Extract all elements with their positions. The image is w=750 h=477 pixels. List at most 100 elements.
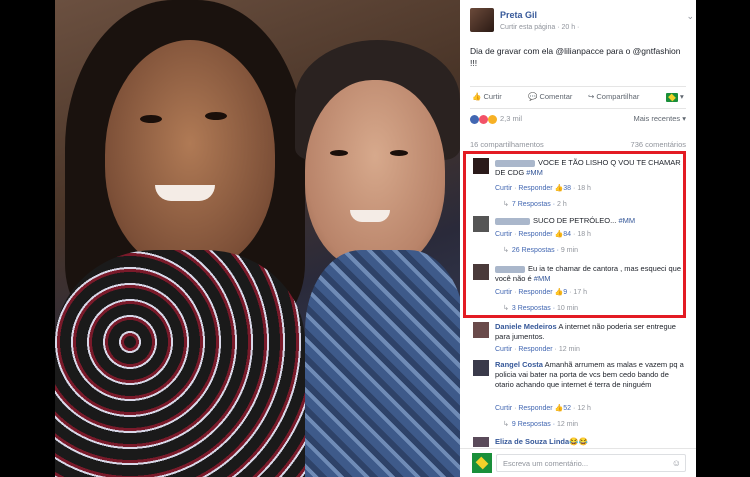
comment-like-link[interactable]: Curtir [495, 346, 512, 353]
thumbs-up-icon: 👍 [554, 405, 564, 412]
photo-eye [390, 150, 408, 156]
commenter-name[interactable]: Daniele Medeiros [495, 322, 557, 331]
divider [470, 108, 686, 109]
blurred-name [495, 159, 535, 167]
sort-comments-dropdown[interactable]: Mais recentes ▾ [633, 114, 686, 123]
flag-dropdown-icon[interactable]: ▾ [680, 92, 684, 101]
share-icon: ↪ [588, 92, 595, 101]
comment-like-count[interactable]: 38 [563, 185, 571, 192]
commenter-avatar[interactable] [473, 437, 489, 447]
user-avatar[interactable] [472, 453, 492, 473]
photo-eye [330, 150, 348, 156]
screenshot-root: Preta Gil Curtir esta página · 20 h · ⌄ … [0, 0, 750, 477]
photo-face-left [105, 40, 275, 270]
like-reaction-icon [470, 114, 479, 124]
comment-time[interactable]: 12 h [577, 405, 591, 412]
photo-smile [350, 210, 390, 222]
comment-like-count[interactable]: 84 [563, 231, 571, 238]
comment-icon: 💬 [528, 92, 538, 101]
comment-body: VOCE E TÃO LISHO Q VOU TE CHAMAR DE CDG … [495, 158, 685, 178]
comment-input[interactable]: Escreva um comentário... ☺ [496, 454, 686, 472]
comment-like-link[interactable]: Curtir [495, 405, 512, 412]
comment-body: Eliza de Souza Linda😂😂 [495, 437, 685, 447]
comment-count[interactable]: 736 comentários [631, 140, 686, 149]
reply-arrow-icon: ↳ [503, 247, 509, 254]
comment-text: SUCO DE PETRÓLEO... [533, 216, 617, 225]
commenter-name[interactable]: Rangel Costa [495, 360, 543, 369]
author-avatar[interactable] [470, 8, 494, 32]
comment-time[interactable]: 18 h [577, 185, 591, 192]
comment-composer: Escreva um comentário... ☺ [460, 448, 696, 477]
post-photo[interactable] [55, 0, 460, 477]
replies-link[interactable]: ↳ 9 Respostas · 12 min [503, 420, 578, 428]
reaction-count[interactable]: 2,3 mil [500, 114, 522, 123]
hashtag-link[interactable]: #MM [534, 274, 551, 283]
brazil-flag-icon[interactable] [666, 93, 678, 102]
comment-item: Eu ia te chamar de cantora , mas esqueci… [473, 264, 687, 316]
blurred-name [495, 217, 530, 225]
love-reaction-icon [479, 114, 489, 124]
comment-like-count[interactable]: 52 [563, 405, 571, 412]
comment-placeholder: Escreva um comentário... [503, 459, 589, 468]
replies-link[interactable]: ↳ 3 Respostas · 10 min [503, 304, 578, 312]
thumbs-up-icon: 👍 [472, 92, 482, 101]
comment-time[interactable]: 17 h [573, 289, 587, 296]
hashtag-link[interactable]: #MM [618, 216, 635, 225]
emoji-icon[interactable]: ☺ [672, 458, 681, 468]
comment-button[interactable]: 💬 Comentar [528, 92, 572, 101]
like-button[interactable]: 👍 Curtir [472, 92, 502, 101]
commenter-name[interactable]: Eliza de Souza Linda [495, 437, 569, 446]
reply-arrow-icon: ↳ [503, 201, 509, 208]
comment-reply-link[interactable]: Responder [518, 289, 552, 296]
comment-reply-link[interactable]: Responder [518, 346, 552, 353]
comment-like-link[interactable]: Curtir [495, 185, 512, 192]
thumbs-up-icon: 👍 [554, 289, 564, 296]
comment-text: 😂😂 [569, 437, 588, 446]
author-name[interactable]: Preta Gil [500, 10, 537, 20]
comment-footer: Curtir · Responder · 12 min [495, 346, 580, 353]
comment-body: Rangel Costa Amanhã arrumem as malas e v… [495, 360, 685, 390]
thumbs-up-icon: 👍 [554, 185, 564, 192]
comment-item: VOCE E TÃO LISHO Q VOU TE CHAMAR DE CDG … [473, 158, 687, 213]
comment-body: Eu ia te chamar de cantora , mas esqueci… [495, 264, 685, 284]
photo-eye [140, 115, 162, 123]
replies-link[interactable]: ↳ 26 Respostas · 9 min [503, 246, 578, 254]
share-count[interactable]: 16 compartilhamentos [470, 140, 544, 149]
comment-like-count[interactable]: 9 [563, 289, 567, 296]
comment-time[interactable]: 18 h [577, 231, 591, 238]
commenter-avatar[interactable] [473, 216, 489, 232]
reply-arrow-icon: ↳ [503, 421, 509, 428]
replies-link[interactable]: ↳ 7 Respostas · 2 h [503, 200, 567, 208]
blurred-name [495, 265, 525, 273]
commenter-avatar[interactable] [473, 322, 489, 338]
share-button[interactable]: ↪ Compartilhar [588, 92, 639, 101]
comment-item: Rangel Costa Amanhã arrumem as malas e v… [473, 360, 687, 436]
chevron-down-icon[interactable]: ⌄ [686, 11, 694, 22]
photo-smile [155, 185, 215, 201]
haha-reaction-icon [488, 114, 498, 124]
comment-like-link[interactable]: Curtir [495, 289, 512, 296]
comment-item: Daniele Medeiros A internet não poderia … [473, 322, 687, 358]
reply-arrow-icon: ↳ [503, 305, 509, 312]
comment-footer: Curtir · Responder 👍84 · 18 h [495, 231, 591, 238]
comment-like-link[interactable]: Curtir [495, 231, 512, 238]
comment-item: SUCO DE PETRÓLEO... #MM Curtir · Respond… [473, 216, 687, 261]
comment-reply-link[interactable]: Responder [518, 185, 552, 192]
comment-body: Daniele Medeiros A internet não poderia … [495, 322, 685, 342]
comment-reply-link[interactable]: Responder [518, 231, 552, 238]
post-meta[interactable]: Curtir esta página · 20 h · [500, 24, 579, 31]
comment-reply-link[interactable]: Responder [518, 405, 552, 412]
comment-footer: Curtir · Responder 👍52 · 12 h [495, 405, 591, 412]
commenter-avatar[interactable] [473, 360, 489, 376]
comment-footer: Curtir · Responder 👍9 · 17 h [495, 289, 588, 296]
commenter-avatar[interactable] [473, 264, 489, 280]
hashtag-link[interactable]: #MM [526, 168, 543, 177]
comment-time[interactable]: 12 min [559, 346, 580, 353]
divider [470, 86, 686, 87]
photo-face-right [305, 80, 445, 270]
commenter-avatar[interactable] [473, 158, 489, 174]
photo-embroidered-top [55, 250, 305, 477]
post-text: Dia de gravar com ela @lilianpacce para … [470, 46, 681, 68]
comment-body: SUCO DE PETRÓLEO... #MM [495, 216, 685, 226]
reaction-icons[interactable] [470, 114, 498, 124]
